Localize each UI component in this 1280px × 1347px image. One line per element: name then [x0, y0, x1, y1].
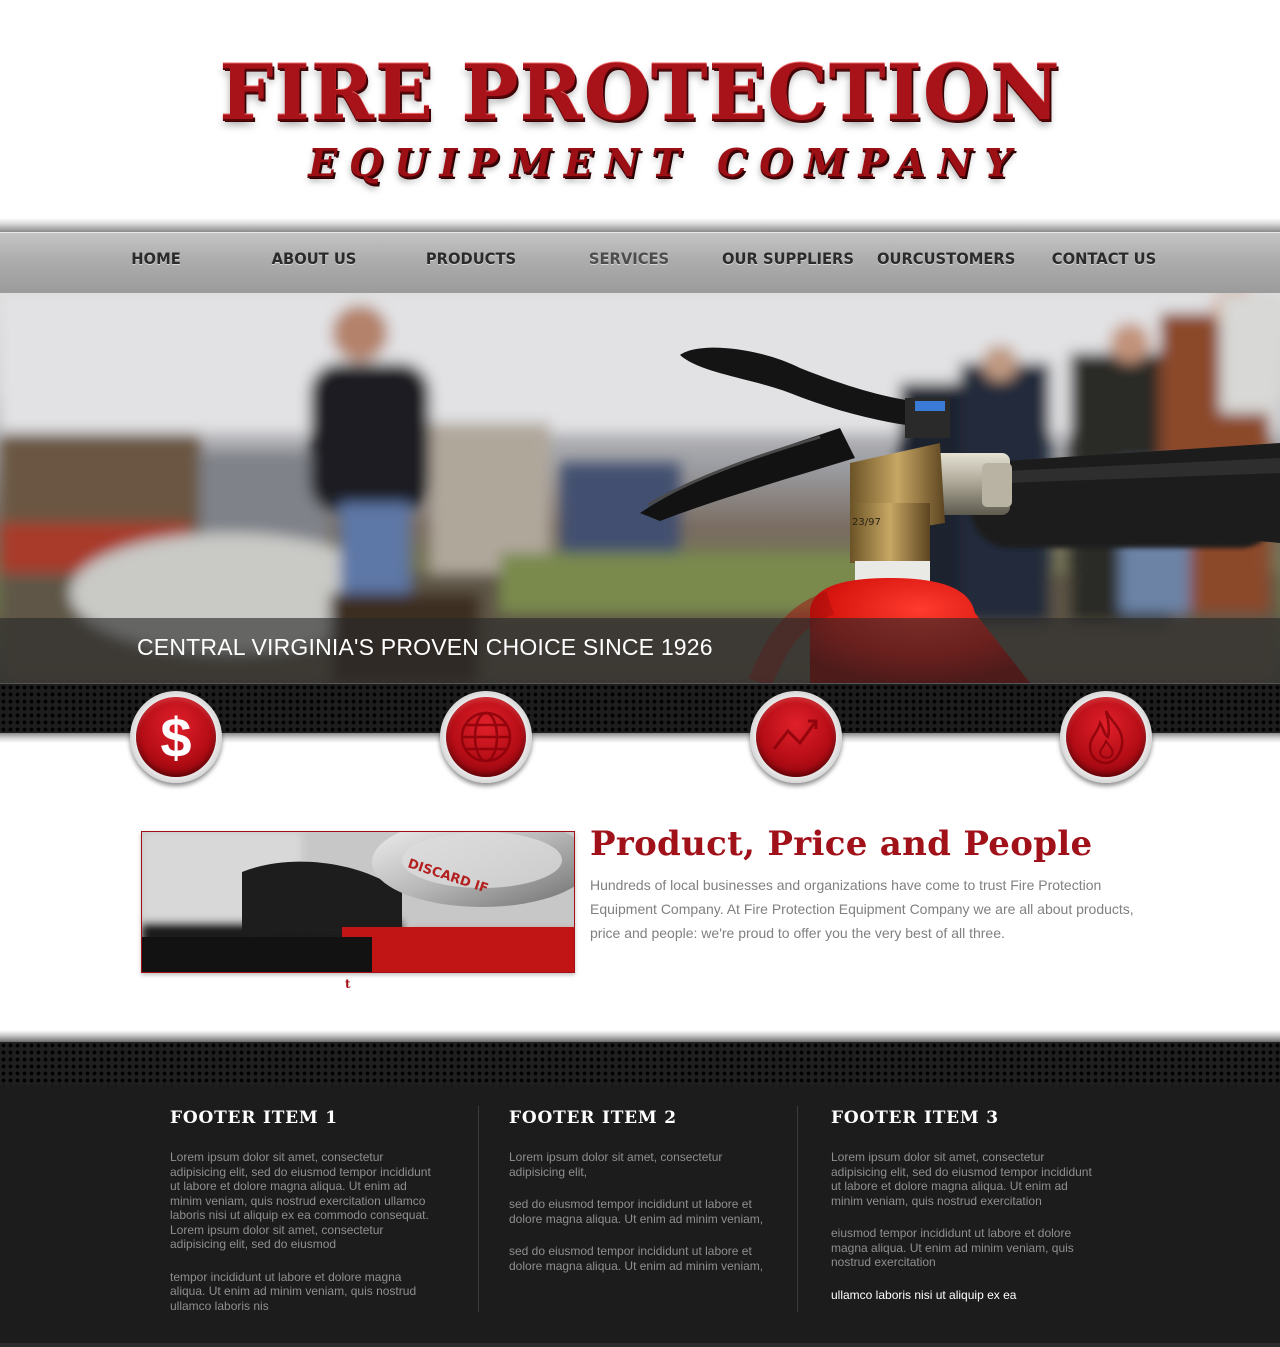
- footer-column-title: FOOTER ITEM 1: [170, 1108, 338, 1128]
- image-caption: t: [345, 977, 351, 991]
- chart-icon: [772, 719, 818, 750]
- footer-paragraph: tempor incididunt ut labore et dolore ma…: [170, 1269, 417, 1313]
- flame-icon: [1088, 710, 1124, 765]
- content-image[interactable]: DISCARD IF: [141, 831, 575, 973]
- nav-item-products[interactable]: PRODUCTS: [402, 249, 540, 277]
- extinguisher-label: 23/97: [852, 517, 881, 528]
- logo-title[interactable]: FIRE PROTECTION: [0, 48, 1280, 138]
- footer-link[interactable]: ullamco laboris nisi ut aliquip ex ea: [831, 1288, 1093, 1303]
- footer-paragraph: sed do eiusmod tempor incididunt ut labo…: [509, 1244, 764, 1273]
- footer-column-2: FOOTER ITEM 2 Lorem ipsum dolor sit amet…: [509, 1108, 771, 1273]
- footer-divider: [797, 1106, 798, 1312]
- footer-paragraph: Lorem ipsum dolor sit amet, consectetur …: [831, 1150, 1092, 1208]
- content-body: Hundreds of local businesses and organiz…: [590, 877, 1134, 941]
- logo-subtitle: EQUIPMENT COMPANY: [308, 140, 1024, 185]
- footer-paragraph: Lorem ipsum dolor sit amet, consectetur …: [509, 1150, 723, 1179]
- footer-column-3: FOOTER ITEM 3 Lorem ipsum dolor sit amet…: [831, 1108, 1093, 1302]
- dollar-icon: $: [160, 706, 191, 769]
- feature-button-fire[interactable]: [1060, 691, 1152, 783]
- footer-divider: [478, 1106, 479, 1312]
- footer-paragraph: Lorem ipsum dolor sit amet, consectetur …: [170, 1150, 431, 1251]
- nav-item-contact-us[interactable]: CONTACT US: [1035, 249, 1173, 277]
- nav-item-about-us[interactable]: ABOUT US: [245, 249, 383, 277]
- hero-caption: CENTRAL VIRGINIA'S PROVEN CHOICE SINCE 1…: [137, 634, 713, 660]
- footer-column-1: FOOTER ITEM 1 Lorem ipsum dolor sit amet…: [170, 1108, 440, 1313]
- footer-strip: [0, 1042, 1280, 1086]
- footer-paragraph: sed do eiusmod tempor incididunt ut labo…: [509, 1197, 764, 1226]
- globe-icon: [460, 711, 512, 763]
- footer-bottom-edge: [0, 1343, 1280, 1347]
- nav-item-home[interactable]: HOME: [87, 249, 225, 277]
- extinguisher-detail-photo: DISCARD IF: [142, 832, 574, 972]
- nav-item-services[interactable]: SERVICES: [560, 249, 698, 277]
- site-footer: FOOTER ITEM 1 Lorem ipsum dolor sit amet…: [0, 1086, 1280, 1347]
- feature-button-price[interactable]: $: [130, 691, 222, 783]
- main-nav: HOME ABOUT US PRODUCTS SERVICES OUR SUPP…: [0, 232, 1280, 293]
- content-title: Product, Price and People: [590, 824, 1093, 864]
- feature-button-growth[interactable]: [750, 691, 842, 783]
- footer-top-bevel: [0, 1030, 1280, 1042]
- footer-paragraph: eiusmod tempor incididunt ut labore et d…: [831, 1226, 1074, 1269]
- footer-column-title: FOOTER ITEM 3: [831, 1108, 999, 1128]
- nav-top-bevel: [0, 218, 1280, 232]
- hero-banner: 23/97 CENTRAL VIRGINIA'S PROVEN CHOICE S…: [0, 293, 1280, 683]
- nav-item-our-customers[interactable]: OURCUSTOMERS: [877, 249, 1015, 277]
- footer-column-title: FOOTER ITEM 2: [509, 1108, 677, 1128]
- feature-button-global[interactable]: [440, 691, 532, 783]
- site-header: FIRE PROTECTION EQUIPMENT COMPANY: [0, 0, 1280, 218]
- svg-text:$: $: [160, 706, 191, 769]
- nav-item-our-suppliers[interactable]: OUR SUPPLIERS: [719, 249, 857, 277]
